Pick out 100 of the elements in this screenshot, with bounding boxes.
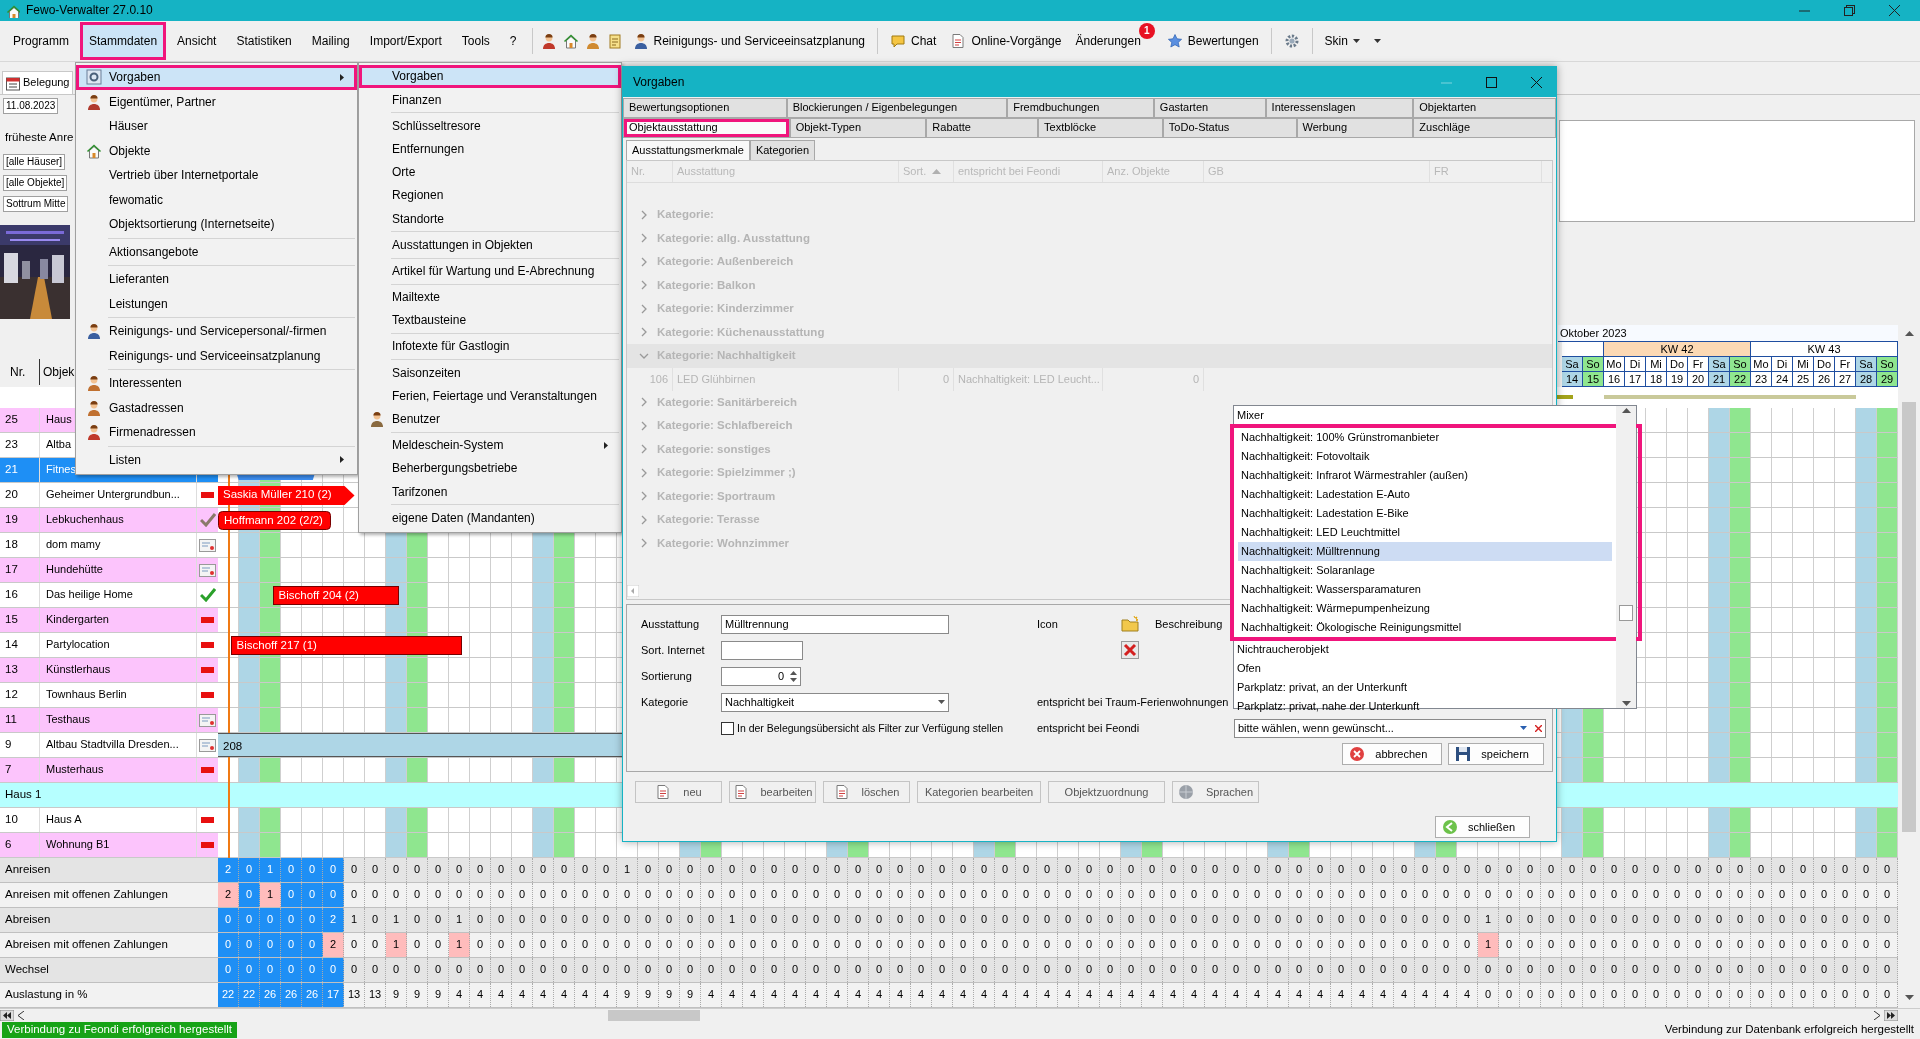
- toolbar-button[interactable]: Bewertungen: [1160, 29, 1265, 53]
- tab[interactable]: ToDo-Status: [1162, 118, 1297, 138]
- menu-item[interactable]: Artikel für Wartung und E-Abrechnung: [359, 259, 621, 283]
- scroll-right-icon[interactable]: [1874, 1010, 1880, 1020]
- tab[interactable]: Objektarten: [1413, 98, 1556, 118]
- toolbar-button[interactable]: Skin: [1318, 29, 1366, 53]
- toolbar-button[interactable]: Objektzuordnung: [1048, 781, 1165, 804]
- category-dropdown[interactable]: Nachhaltigkeit: [721, 692, 949, 712]
- menu-item[interactable]: Ansicht: [168, 21, 226, 61]
- menu-item[interactable]: Leistungen: [76, 291, 357, 316]
- dropdown-option[interactable]: Nachhaltigkeit: Fotovoltaik: [1238, 447, 1612, 466]
- view-tab[interactable]: Belegung: [2, 71, 73, 94]
- toolbar-button[interactable]: bearbeiten: [729, 781, 816, 804]
- menu-item[interactable]: Finanzen: [359, 88, 621, 112]
- menu-item[interactable]: Aktionsangebote: [76, 239, 357, 264]
- table-cell[interactable]: Haus A: [40, 808, 197, 832]
- menu-item[interactable]: Vorgaben: [76, 65, 357, 90]
- menu-item[interactable]: Tarifzonen: [359, 480, 621, 504]
- menu-item[interactable]: Import/Export: [360, 21, 451, 61]
- tab[interactable]: Ausstattungsmerkmale: [626, 140, 750, 161]
- menu-item[interactable]: Statistiken: [227, 21, 301, 61]
- menu-item[interactable]: Reinigungs- und Serviceeinsatzplanung: [76, 343, 357, 368]
- toolbar-button[interactable]: löschen: [823, 781, 910, 804]
- dropdown-option[interactable]: Parkplatz: privat, nahe der Unterkunft: [1234, 697, 1616, 716]
- person-icon[interactable]: [584, 33, 601, 49]
- table-cell[interactable]: Partylocation: [40, 633, 197, 657]
- toolbar-button[interactable]: neu: [635, 781, 722, 804]
- menu-item[interactable]: Mailtexte: [359, 285, 621, 309]
- dropdown-option[interactable]: Nachhaltigkeit: 100% Grünstromanbieter: [1238, 428, 1612, 447]
- tab[interactable]: Kategorien: [749, 140, 816, 161]
- menu-item[interactable]: Programm: [4, 21, 78, 61]
- menu-item[interactable]: Vorgaben: [359, 65, 621, 89]
- delete-icon[interactable]: [1121, 641, 1139, 660]
- text-field[interactable]: Mülltrennung: [721, 614, 949, 634]
- booking-bar[interactable]: Hoffmann 202 (2/2): [218, 511, 332, 530]
- menu-item[interactable]: Eigentümer, Partner: [76, 89, 357, 114]
- menu-item[interactable]: Benutzer: [359, 407, 621, 431]
- menu-item[interactable]: Schlüsseltresore: [359, 114, 621, 138]
- date-field[interactable]: 11.08.2023: [3, 98, 59, 114]
- scrollbar-thumb[interactable]: [1902, 402, 1916, 832]
- menu-item[interactable]: Standorte: [359, 207, 621, 231]
- tab[interactable]: Interessenslagen: [1265, 98, 1414, 118]
- dropdown-option[interactable]: Nichtraucherobjekt: [1234, 640, 1616, 659]
- dropdown-option[interactable]: Nachhaltigkeit: Ladestation E-Auto: [1238, 485, 1612, 504]
- table-cell[interactable]: Altbau Stadtvilla Dresden...: [40, 733, 197, 757]
- table-cell[interactable]: Das heilige Home: [40, 583, 197, 607]
- form-button[interactable]: abbrechen: [1342, 743, 1443, 766]
- menu-item[interactable]: Reinigungs- und Servicepersonal/-firmen: [76, 319, 357, 344]
- dropdown-option[interactable]: Nachhaltigkeit: Solaranlage: [1238, 561, 1612, 580]
- tab[interactable]: Fremdbuchungen: [1007, 98, 1154, 118]
- caret-icon[interactable]: [1373, 39, 1381, 43]
- tab[interactable]: Rabatte: [926, 118, 1039, 138]
- maximize-icon[interactable]: [1486, 76, 1497, 88]
- menu-item[interactable]: Regionen: [359, 183, 621, 208]
- menu-item[interactable]: Meldeschein-System: [359, 433, 621, 457]
- filter-dropdown[interactable]: Sottrum Mitte: [3, 195, 69, 212]
- scroll-last-icon[interactable]: [1884, 1009, 1898, 1021]
- table-cell[interactable]: Hundehütte: [40, 558, 197, 582]
- dropdown-option[interactable]: Mixer: [1234, 406, 1616, 425]
- menu-item[interactable]: Objektsortierung (Internetseite): [76, 212, 357, 237]
- menu-item[interactable]: Lieferanten: [76, 267, 357, 292]
- dropdown-option[interactable]: Nachhaltigkeit: Ökologische Reinigungsmittel: [1238, 618, 1612, 637]
- table-cell[interactable]: dom mamy: [40, 533, 197, 557]
- dropdown-option[interactable]: Nachhaltigkeit: LED Leuchtmittel: [1238, 523, 1612, 542]
- table-cell[interactable]: Musterhaus: [40, 758, 197, 782]
- tab[interactable]: Blockierungen / Eigenbelegungen: [786, 98, 1008, 118]
- text-field[interactable]: [721, 640, 803, 660]
- menu-item[interactable]: eigene Daten (Mandanten): [359, 506, 621, 530]
- toolbar-button[interactable]: Sprachen: [1172, 781, 1259, 804]
- menu-item[interactable]: Orte: [359, 160, 621, 184]
- table-cell[interactable]: Wohnung B1: [40, 833, 197, 857]
- toolbar-button[interactable]: Kategorien bearbeiten: [917, 781, 1041, 804]
- menu-item[interactable]: Saisonzeiten: [359, 361, 621, 385]
- scroll-first-icon[interactable]: [0, 1009, 14, 1021]
- dropdown-option[interactable]: Nachhaltigkeit: Wärmepumpenheizung: [1238, 599, 1612, 618]
- table-cell[interactable]: Geheimer Untergrundbun...: [40, 483, 197, 507]
- scrollbar-thumb[interactable]: [608, 1009, 700, 1021]
- menu-item[interactable]: Vertrieb über Internetportale: [76, 163, 357, 188]
- scroll-up-icon[interactable]: [1904, 331, 1914, 336]
- menu-item[interactable]: Interessenten: [76, 371, 357, 396]
- menu-item[interactable]: Listen: [76, 447, 357, 472]
- menu-item[interactable]: Textbausteine: [359, 308, 621, 333]
- form-button[interactable]: speichern: [1448, 743, 1544, 766]
- tab[interactable]: Textblöcke: [1038, 118, 1163, 138]
- menu-item[interactable]: Entfernungen: [359, 137, 621, 161]
- dropdown-option[interactable]: Nachhaltigkeit: Infrarot Wärmestrahler (außen): [1238, 466, 1612, 485]
- booking-bar[interactable]: Saskia Müller 210 (2): [218, 486, 355, 505]
- close-icon[interactable]: [1531, 76, 1542, 88]
- menu-item[interactable]: ?: [500, 21, 526, 61]
- menu-item[interactable]: Objekte: [76, 138, 357, 163]
- menu-item[interactable]: Beherbergungsbetriebe: [359, 457, 621, 481]
- filter-dropdown[interactable]: [alle Objekte]: [3, 174, 68, 191]
- house-icon[interactable]: [562, 33, 579, 49]
- menu-item[interactable]: Ferien, Feiertage und Veranstaltungen: [359, 384, 621, 408]
- menu-item[interactable]: Infotexte für Gastlogin: [359, 335, 621, 359]
- menu-item[interactable]: Häuser: [76, 114, 357, 139]
- booking-bar[interactable]: Bischoff 204 (2): [272, 586, 399, 605]
- scroll-left-icon[interactable]: [18, 1010, 24, 1020]
- menu-item[interactable]: Mailing: [302, 21, 359, 61]
- scroll-down-icon[interactable]: [1621, 701, 1631, 706]
